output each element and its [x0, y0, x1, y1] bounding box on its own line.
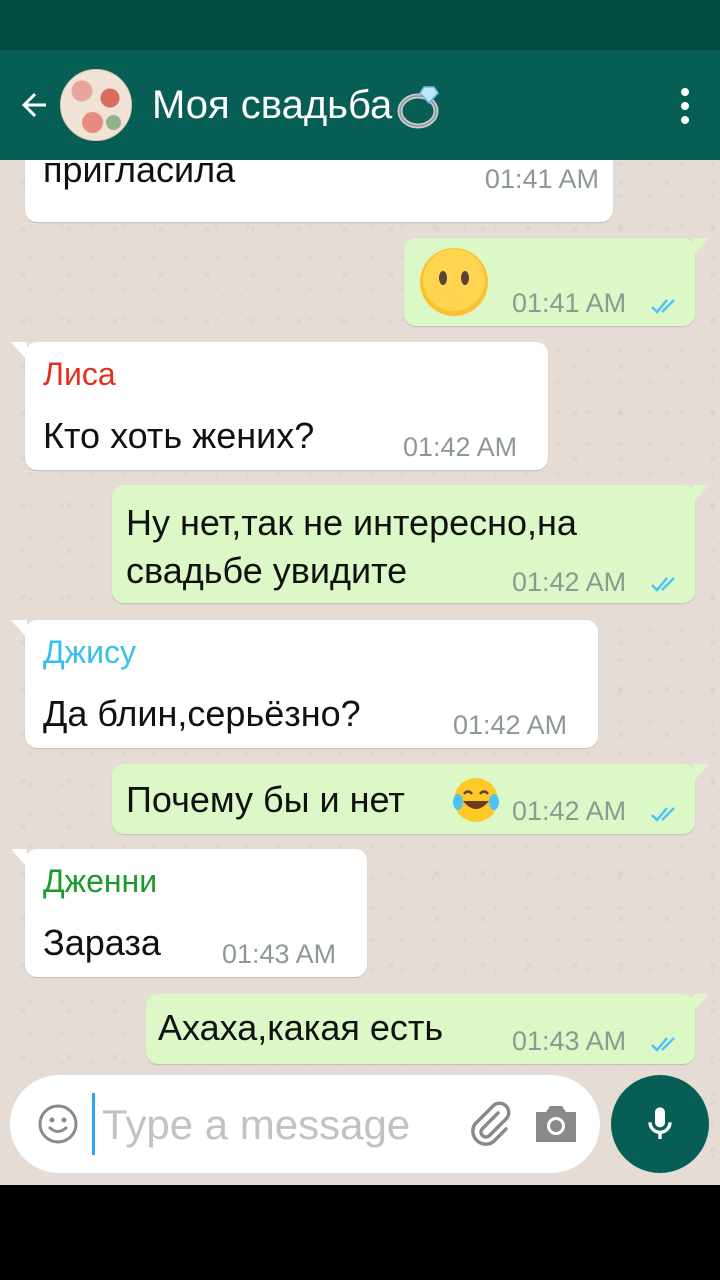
message-time: 01:43 AM: [222, 939, 337, 969]
face-without-mouth-emoji: [420, 248, 488, 316]
incoming-message[interactable]: Джису Да блин,серьёзно? 01:42 AM: [11, 620, 598, 748]
sender-name: Лиса: [43, 356, 116, 392]
sender-name: Дженни: [43, 863, 158, 899]
system-nav-bar: [0, 1185, 720, 1280]
message-input[interactable]: Type a message: [102, 1101, 410, 1149]
sender-name: Джису: [43, 634, 136, 670]
message-time: 01:42 AM: [512, 567, 627, 597]
outgoing-message[interactable]: Ахаха,какая есть 01:43 AM: [146, 994, 709, 1064]
back-button[interactable]: [10, 50, 58, 160]
chat-title[interactable]: Моя свадьба: [152, 79, 446, 131]
read-ticks-icon: [651, 1037, 675, 1052]
chat-title-text: Моя свадьба: [152, 82, 393, 127]
camera-icon[interactable]: [532, 1100, 580, 1148]
chat-header: Моя свадьба: [0, 50, 720, 160]
message-time: 01:41 AM: [484, 164, 599, 194]
read-ticks-icon: [651, 299, 675, 314]
outgoing-message[interactable]: Ну нет,так не интересно,на свадьбе увиди…: [112, 485, 709, 603]
message-time: 01:41 AM: [512, 288, 627, 318]
message-time: 01:42 AM: [453, 710, 568, 740]
message-text: Да блин,серьёзно?: [43, 693, 361, 734]
message-text: Почему бы и нет: [126, 779, 405, 820]
smiley-icon[interactable]: [36, 1102, 80, 1146]
read-ticks-icon: [651, 577, 675, 592]
face-with-tears-of-joy-emoji: [453, 778, 499, 822]
message-list[interactable]: пригласила 01:41 AM 01:41 AM Лиса Кто хо…: [0, 160, 720, 1185]
status-bar: [0, 0, 720, 50]
message-time: 01:43 AM: [512, 1026, 627, 1056]
read-ticks-icon: [651, 807, 675, 822]
outgoing-message[interactable]: 01:41 AM: [404, 238, 709, 326]
incoming-message[interactable]: Лиса Кто хоть жених? 01:42 AM: [11, 342, 548, 470]
incoming-message[interactable]: Дженни Зараза 01:43 AM: [11, 849, 367, 977]
message-time: 01:42 AM: [403, 432, 518, 462]
message-text: Кто хоть жених?: [43, 415, 315, 456]
outgoing-message[interactable]: Почему бы и нет 01:42 AM: [112, 764, 709, 834]
message-text: пригласила: [43, 160, 236, 190]
message-text: Зараза: [43, 922, 161, 963]
mic-button[interactable]: [611, 1075, 709, 1173]
more-vert-icon[interactable]: [680, 88, 690, 124]
message-composer: Type a message: [10, 1075, 600, 1173]
text-cursor: [92, 1093, 95, 1155]
paperclip-icon[interactable]: [464, 1099, 514, 1149]
message-text-line-1: Ну нет,так не интересно,на: [126, 502, 577, 543]
group-avatar[interactable]: [60, 69, 132, 141]
ring-icon: [397, 86, 440, 129]
arrow-left-icon: [22, 93, 46, 117]
message-time: 01:42 AM: [512, 796, 627, 826]
incoming-message[interactable]: пригласила 01:41 AM: [25, 160, 613, 222]
message-text-line-2: свадьбе увидите: [126, 550, 408, 591]
mic-icon: [648, 1107, 672, 1139]
message-text: Ахаха,какая есть: [158, 1007, 444, 1048]
